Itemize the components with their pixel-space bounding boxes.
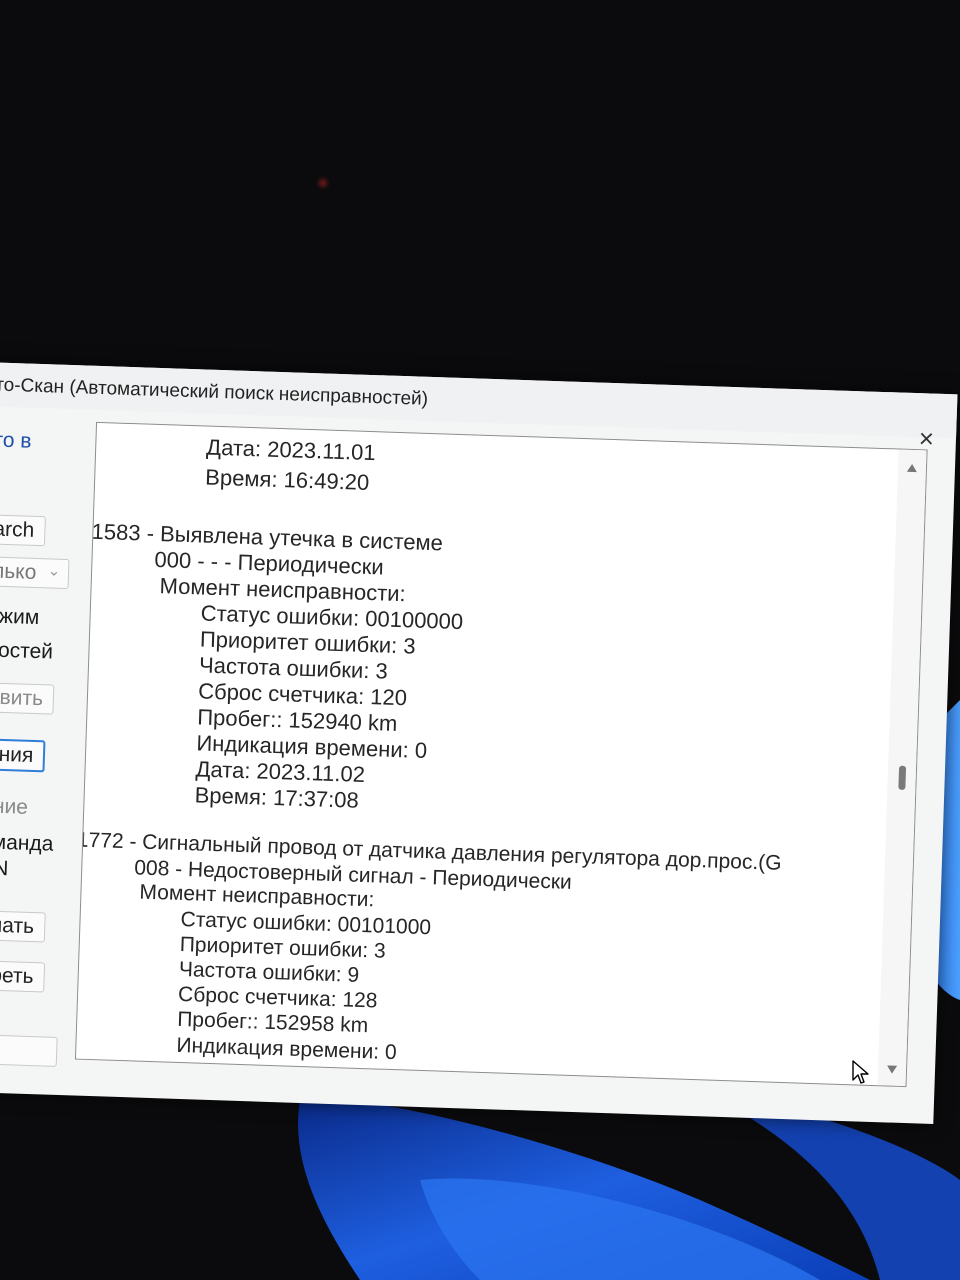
log-line: Дата: 2023.11.01 — [205, 434, 377, 466]
search-button[interactable]: arch — [0, 514, 46, 547]
active-mode-button[interactable]: ания — [0, 737, 46, 773]
mode-dropdown-value: лько — [0, 559, 37, 584]
log-line: Время: 17:37:08 — [194, 782, 360, 813]
mode-dropdown[interactable]: лько ⌄ — [0, 556, 70, 590]
left-label-command: оманда — [0, 830, 54, 856]
restore-button[interactable]: овить — [0, 681, 55, 715]
left-label-mode: ежим — [0, 604, 40, 630]
fault-log-textbox[interactable]: Дата: 2023.11.01 Время: 16:49:20 01583 -… — [74, 421, 928, 1088]
left-label-gray: ение — [0, 794, 29, 819]
log-line: Индикация времени: 0 — [176, 1033, 397, 1065]
chevron-down-icon: ⌄ — [47, 562, 61, 580]
scroll-up-arrow-icon[interactable] — [906, 463, 918, 473]
scrollbar-thumb[interactable] — [898, 765, 907, 790]
log-line: Пробег:: 152958 km — [176, 1007, 369, 1038]
scroll-down-arrow-icon[interactable] — [886, 1065, 898, 1074]
fault-log-content: Дата: 2023.11.01 Время: 16:49:20 01583 -… — [75, 423, 899, 1085]
left-panel: то в arch лько ⌄ ежим ностей овить ания … — [0, 406, 86, 1095]
log-line: Время: 16:49:20 — [204, 464, 370, 495]
erase-button[interactable]: ереть — [0, 959, 46, 993]
print-button[interactable]: ечать — [0, 909, 46, 943]
left-label-faults: ностей — [0, 638, 54, 664]
autoscan-window: то-Скан (Автоматический поиск неисправно… — [0, 362, 958, 1125]
window-title: то-Скан (Автоматический поиск неисправно… — [0, 374, 429, 410]
blank-button[interactable] — [0, 1033, 58, 1067]
mouse-cursor-icon — [852, 1060, 869, 1084]
left-label-can: AN — [0, 856, 9, 881]
left-label-1: то в — [0, 428, 32, 453]
